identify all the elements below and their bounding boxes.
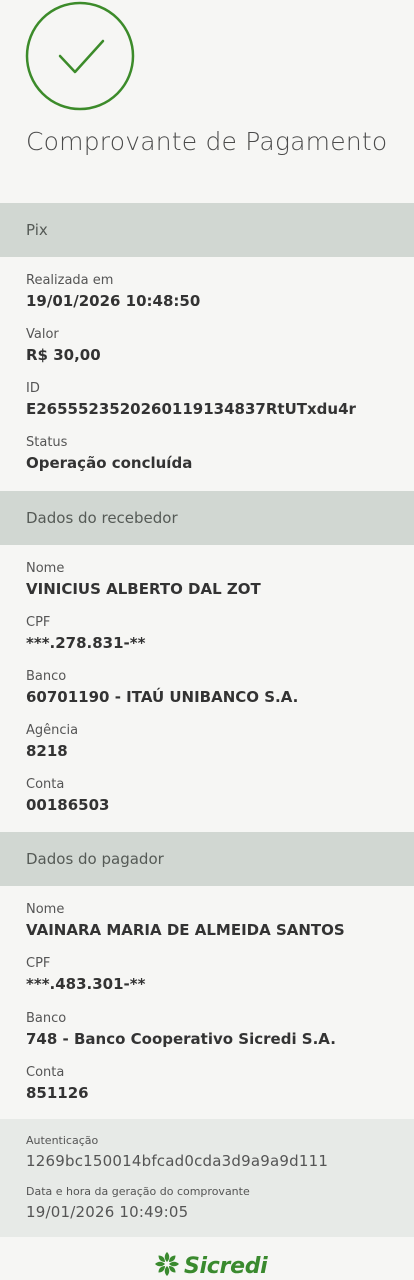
field-value: ***.278.831-** <box>26 634 146 652</box>
field-label: Banco <box>26 669 67 684</box>
auth-field-autenticacao: Autenticação 1269bc150014bfcad0cda3d9a9a… <box>26 1134 328 1171</box>
field-pagador-cpf: CPF ***.483.301-** <box>26 955 396 994</box>
auth-value[interactable]: 1269bc150014bfcad0cda3d9a9a9d111 <box>26 1151 328 1171</box>
section-header-recebedor: Dados do recebedor <box>0 491 414 545</box>
field-label: Nome <box>26 902 65 917</box>
field-value: R$ 30,00 <box>26 346 101 364</box>
field-recebedor-agencia: Agência 8218 <box>26 722 396 761</box>
field-label: CPF <box>26 956 51 971</box>
field-id: ID E2655523520260119134837RtUTxdu4r <box>26 380 396 419</box>
auth-field-geracao: Data e hora da geração do comprovante 19… <box>26 1185 250 1222</box>
sicredi-logo-icon <box>154 1251 180 1280</box>
field-recebedor-banco: Banco 60701190 - ITAÚ UNIBANCO S.A. <box>26 668 396 707</box>
field-value: 60701190 - ITAÚ UNIBANCO S.A. <box>26 688 299 706</box>
success-check-icon <box>25 1 135 111</box>
field-label: Nome <box>26 561 65 576</box>
field-value: 748 - Banco Cooperativo Sicredi S.A. <box>26 1030 336 1048</box>
receipt-page: Comprovante de Pagamento Pix Realizada e… <box>0 0 414 1280</box>
field-value: VAINARA MARIA DE ALMEIDA SANTOS <box>26 921 345 939</box>
page-title: Comprovante de Pagamento <box>26 127 388 156</box>
sicredi-logo-text: Sicredi <box>184 1253 268 1279</box>
field-pagador-nome: Nome VAINARA MARIA DE ALMEIDA SANTOS <box>26 901 396 940</box>
field-value: 851126 <box>26 1084 89 1102</box>
authentication-box: Autenticação 1269bc150014bfcad0cda3d9a9a… <box>0 1119 414 1237</box>
sicredi-logo: Sicredi <box>154 1251 268 1280</box>
section-header-pagador: Dados do pagador <box>0 832 414 886</box>
field-value: 00186503 <box>26 796 110 814</box>
field-pagador-banco: Banco 748 - Banco Cooperativo Sicredi S.… <box>26 1010 396 1049</box>
auth-value: 19/01/2026 10:49:05 <box>26 1203 189 1221</box>
field-valor: Valor R$ 30,00 <box>26 326 396 365</box>
field-pagador-conta: Conta 851126 <box>26 1064 396 1103</box>
section-header-pix: Pix <box>0 203 414 257</box>
auth-label: Data e hora da geração do comprovante <box>26 1185 250 1198</box>
field-recebedor-conta: Conta 00186503 <box>26 776 396 815</box>
field-value: 8218 <box>26 742 68 760</box>
field-value: E2655523520260119134837RtUTxdu4r <box>26 400 356 418</box>
auth-label: Autenticação <box>26 1134 99 1147</box>
field-status: Status Operação concluída <box>26 434 396 473</box>
field-label: Realizada em <box>26 273 114 288</box>
field-label: Agência <box>26 723 79 738</box>
field-value: VINICIUS ALBERTO DAL ZOT <box>26 580 261 598</box>
field-value: Operação concluída <box>26 454 193 472</box>
field-value: ***.483.301-** <box>26 975 146 993</box>
field-value: 19/01/2026 10:48:50 <box>26 292 201 310</box>
field-label: ID <box>26 381 40 396</box>
field-label: Valor <box>26 327 59 342</box>
field-label: Conta <box>26 1065 65 1080</box>
field-label: Banco <box>26 1011 67 1026</box>
field-label: Status <box>26 435 68 450</box>
field-recebedor-cpf: CPF ***.278.831-** <box>26 614 396 653</box>
field-realizada: Realizada em 19/01/2026 10:48:50 <box>26 272 396 311</box>
field-recebedor-nome: Nome VINICIUS ALBERTO DAL ZOT <box>26 560 396 599</box>
field-label: CPF <box>26 615 51 630</box>
field-label: Conta <box>26 777 65 792</box>
